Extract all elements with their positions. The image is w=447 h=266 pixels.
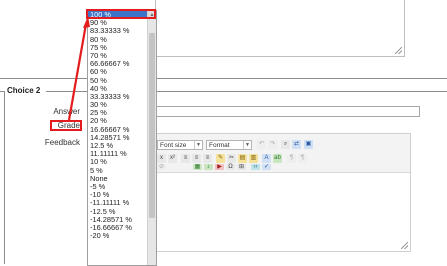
annotation-arrow <box>67 16 90 121</box>
